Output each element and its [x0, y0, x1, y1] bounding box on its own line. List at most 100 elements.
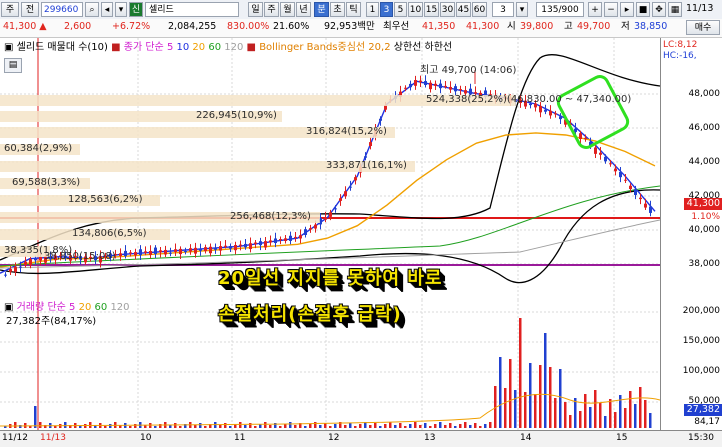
buy-button[interactable]: 매수 [686, 20, 720, 35]
stock-type-select[interactable]: 주 [1, 2, 19, 17]
speaker-icon[interactable]: ◂ [101, 2, 113, 17]
candle-body [124, 250, 127, 257]
zoom-out-icon[interactable]: − [604, 2, 618, 17]
interval-10[interactable]: 10 [408, 2, 423, 17]
range-note: 524,338(25,2%)(46,830.00 ~ 47,340.00) [426, 94, 632, 105]
interval-5[interactable]: 5 [394, 2, 407, 17]
interval-45[interactable]: 45 [456, 2, 471, 17]
play-icon[interactable]: ▸ [620, 2, 634, 17]
price-axis[interactable]: LC:8,12 HC:-16, 48,000 46,000 44,000 42,… [660, 38, 722, 430]
high-note: 최고 49,700 (14:06) [420, 65, 517, 76]
volume-bar [109, 424, 112, 428]
candle-body [419, 80, 422, 83]
volume-bars [4, 318, 652, 428]
candle-body [139, 249, 142, 256]
interval-15[interactable]: 15 [424, 2, 439, 17]
vol-y-tick: 200,000 [682, 306, 720, 316]
stop-icon[interactable]: ■ [636, 2, 650, 17]
candle-body [364, 156, 367, 158]
volume-bar [444, 425, 447, 428]
y-tick: 48,000 [688, 89, 721, 99]
volume-bar [614, 412, 617, 428]
prev-button[interactable]: 전 [21, 2, 39, 17]
candle-body [434, 83, 437, 86]
candle-body [274, 238, 277, 244]
ask-price: 41,300 [466, 21, 500, 32]
volume-bar [134, 424, 137, 428]
low-label: 저 [621, 21, 630, 32]
stock-name-field[interactable]: 셀리드 [145, 2, 239, 17]
volume-bar [199, 423, 202, 428]
candle-body [129, 252, 132, 254]
period-year[interactable]: 년 [296, 2, 311, 17]
volume-bar [584, 394, 587, 428]
volume-bar [284, 424, 287, 428]
y-tick: 44,000 [688, 157, 721, 167]
candle-body [184, 251, 187, 253]
volume-chart-pane[interactable]: ▣ 거래량 단순 5 20 60 120 27,382주(84,17%) 손절처… [0, 300, 660, 430]
price-chart-pane[interactable]: ▣ 셀리드 매물대 수(10) ■ 종가 단순 5 10 20 60 120 ■… [0, 38, 660, 301]
period-tick[interactable]: 틱 [346, 2, 361, 17]
period-day[interactable]: 일 [248, 2, 263, 17]
move-icon[interactable]: ✥ [652, 2, 666, 17]
candle-body [179, 248, 182, 255]
volume-bar [649, 413, 652, 428]
interval-60[interactable]: 60 [472, 2, 487, 17]
volume-bar [429, 426, 432, 428]
menu-icon[interactable]: ▣ [4, 42, 13, 53]
menu-icon[interactable]: ▣ [4, 302, 13, 313]
volume-bar [294, 425, 297, 428]
count-select[interactable]: 3 [492, 2, 514, 17]
candle-body [194, 247, 197, 254]
volume-bar [179, 426, 182, 428]
interval-1[interactable]: 1 [366, 2, 379, 17]
stock-code-input[interactable]: 299660 [41, 2, 83, 17]
calendar-icon[interactable]: ▦ [668, 2, 682, 17]
volume-legend: ▣ 거래량 단순 5 20 60 120 [4, 302, 130, 314]
volume-bar [514, 390, 517, 428]
quote-bar: 41,300 ▲ 2,600 +6.72% 2,084,255 830.00% … [0, 19, 722, 38]
bar-count-field[interactable]: 135/900 [536, 2, 584, 17]
time-axis[interactable]: 11/12 11/13 10 11 12 13 14 15 15:30 [0, 430, 722, 447]
volume-bar [559, 369, 562, 428]
volume-bar [634, 404, 637, 428]
profile-label: 226,945(10,9%) [196, 110, 277, 121]
volume-bar [104, 426, 107, 428]
volume-bar [599, 403, 602, 428]
chevron-down-icon[interactable]: ▾ [115, 2, 127, 17]
candle-body [444, 85, 447, 87]
current-price: 41,300 ▲ [3, 21, 47, 32]
volume-bar [279, 426, 282, 428]
x-label: 10 [140, 433, 152, 443]
candle-body [334, 208, 337, 210]
volume-bar [64, 422, 67, 428]
lc-label: LC:8,12 [663, 40, 698, 50]
zoom-in-icon[interactable]: + [588, 2, 602, 17]
volume-bar [549, 367, 552, 428]
x-label: 14 [520, 433, 532, 443]
candle-body [579, 133, 582, 140]
profile-label: 134,806(6,5%) [72, 228, 147, 239]
candle-body [39, 256, 42, 261]
interval-30[interactable]: 30 [440, 2, 455, 17]
candle-body [614, 168, 617, 172]
period-second[interactable]: 초 [330, 2, 345, 17]
chevron-down-icon[interactable]: ▾ [516, 2, 528, 17]
period-week[interactable]: 주 [264, 2, 279, 17]
legend-vma120: 120 [110, 302, 130, 313]
turnover-rate: 21.60% [273, 21, 310, 32]
interval-3[interactable]: 3 [380, 2, 393, 17]
candle-body [229, 246, 232, 249]
x-time-label: 15:30 [688, 433, 714, 443]
period-month[interactable]: 월 [280, 2, 295, 17]
volume-bar [639, 387, 642, 428]
candle-body [164, 249, 167, 255]
candle-body [169, 252, 172, 254]
candle-body [159, 250, 162, 253]
search-icon[interactable]: ⌕ [85, 2, 99, 17]
volume-bar [174, 423, 177, 428]
collapse-icon[interactable]: ▤ [4, 58, 22, 73]
volume-bar [334, 424, 337, 428]
low-note: 38,850(15:08) [44, 251, 116, 262]
period-minute[interactable]: 분 [314, 2, 329, 17]
